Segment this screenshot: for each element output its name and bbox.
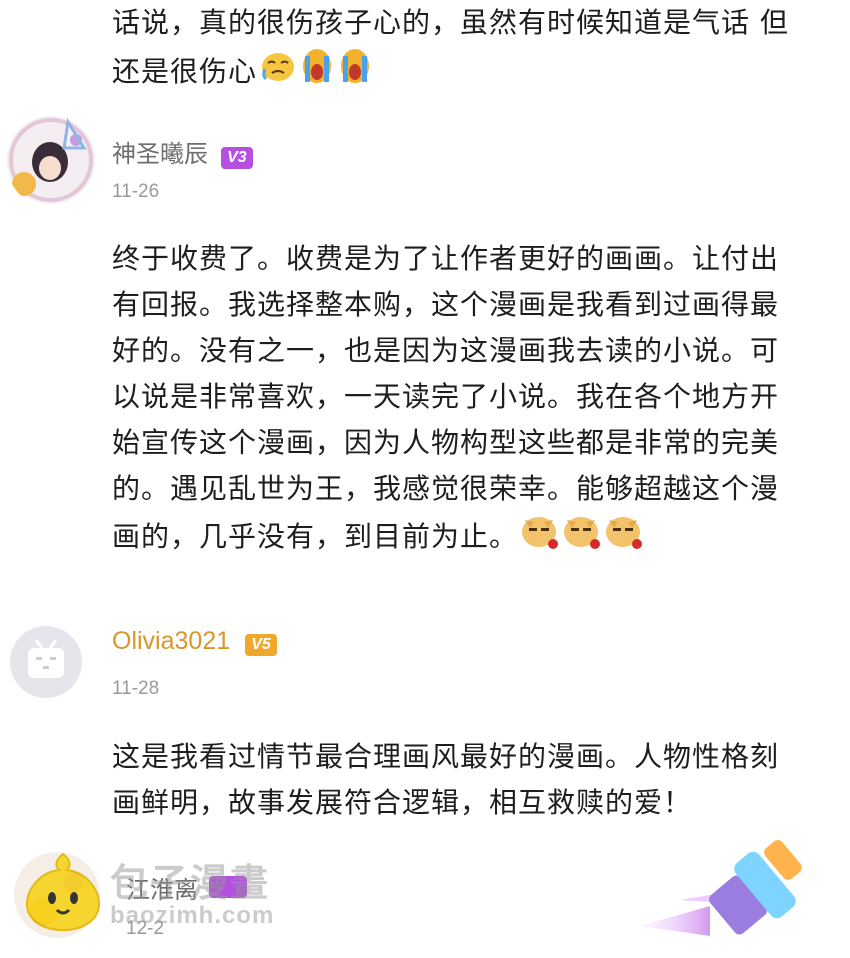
- comment-line: 有回报。我选择整本购，这个漫画是我看到过画得最: [112, 288, 780, 321]
- paint-brush-icon: [640, 840, 820, 954]
- level-badge: V5: [245, 634, 277, 656]
- doge-rose-icon: [520, 512, 560, 564]
- comment-line: 以说是非常喜欢，一天读完了小说。我在各个地方开: [112, 380, 780, 413]
- watermark-url: baozimh.com: [110, 902, 275, 929]
- comment-line: 好的。没有之一，也是因为这漫画我去读的小说。可: [112, 334, 780, 367]
- comment-text: 终于收费了。收费是为了让作者更好的画画。让付出 有回报。我选择整本购，这个漫画是…: [112, 236, 779, 564]
- comment-line: 这是我看过情节最合理画风最好的漫画。人物性格刻: [112, 740, 780, 773]
- comment-date: 11-26: [112, 181, 160, 202]
- doge-rose-icon: [604, 512, 644, 564]
- avatar[interactable]: [10, 626, 82, 698]
- baozi-logo-icon: [24, 850, 102, 938]
- doge-rose-icon: [562, 512, 602, 564]
- comment-date: 11-28: [112, 678, 160, 699]
- comment-line: 话说，真的很伤孩子心的，虽然有时候知道是气话 但: [112, 6, 789, 39]
- comment-line: 终于收费了。收费是为了让作者更好的画画。让付出: [112, 242, 780, 275]
- avatar[interactable]: [6, 112, 96, 208]
- wail-icon: [337, 46, 373, 100]
- comment-line: 画的，几乎没有，到目前为止。: [112, 512, 779, 564]
- user-row: Olivia3021 V5: [112, 627, 277, 656]
- comment-line: 的。遇见乱世为王，我感觉很荣幸。能够超越这个漫: [112, 472, 780, 505]
- comment-line-text: 还是很伤心: [112, 55, 258, 88]
- comment-line-text: 画的，几乎没有，到目前为止。: [112, 520, 519, 553]
- comment-line: 始宣传这个漫画，因为人物构型这些都是非常的完美: [112, 426, 780, 459]
- cry-icon: [259, 49, 297, 97]
- comment-text: 这是我看过情节最合理画风最好的漫画。人物性格刻 画鲜明，故事发展符合逻辑，相互救…: [112, 734, 779, 826]
- comment-line: 画鲜明，故事发展符合逻辑，相互救赎的爱！: [112, 786, 693, 819]
- level-badge: V3: [221, 147, 253, 169]
- user-name[interactable]: Olivia3021: [112, 627, 230, 655]
- user-row: 神圣曦辰 V3: [112, 134, 253, 169]
- comment-line: 还是很伤心: [112, 46, 373, 100]
- watermark: 包子漫畫 baozimh.com: [24, 850, 324, 940]
- wail-icon: [299, 46, 335, 100]
- watermark-title: 包子漫畫: [110, 861, 271, 905]
- user-name[interactable]: 神圣曦辰: [112, 140, 208, 168]
